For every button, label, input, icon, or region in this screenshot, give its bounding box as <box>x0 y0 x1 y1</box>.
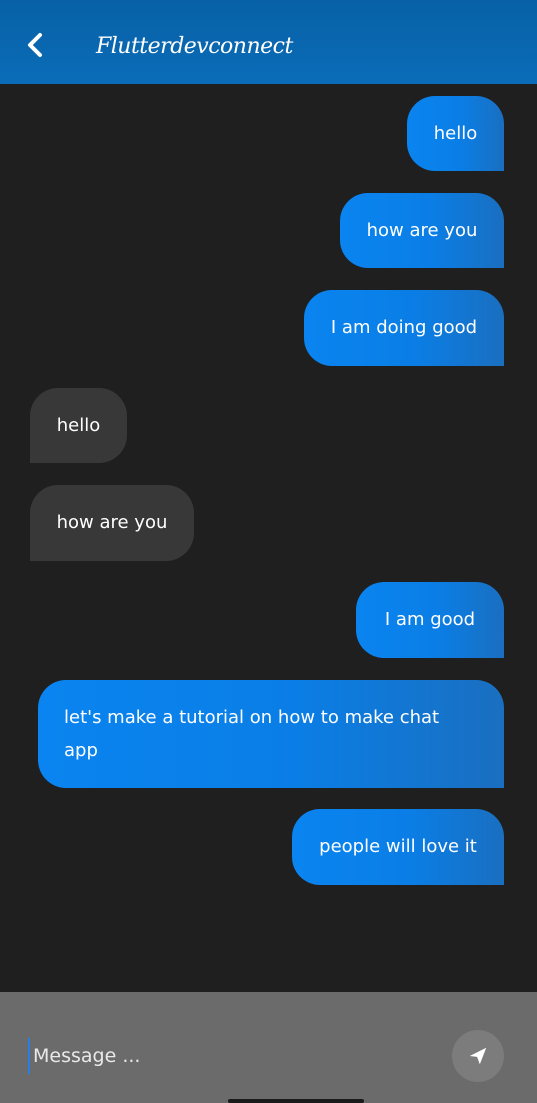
message-bubble-sent: people will love it <box>292 809 504 885</box>
message-bubble-sent: let's make a tutorial on how to make cha… <box>38 680 504 788</box>
app-bar: Flutterdevconnect <box>0 0 537 84</box>
message-bubble-sent: hello <box>407 96 504 171</box>
message-bubble-received: hello <box>30 388 127 463</box>
message-bubble-received: how are you <box>30 485 194 561</box>
chat-screen: Flutterdevconnect hello how are you I am… <box>0 0 537 1103</box>
back-button[interactable] <box>20 30 50 60</box>
send-icon <box>469 1047 487 1065</box>
message-bubble-sent: I am good <box>356 582 504 658</box>
message-input[interactable] <box>28 1038 433 1074</box>
chevron-left-icon <box>28 33 42 57</box>
app-title: Flutterdevconnect <box>96 34 293 59</box>
message-bubble-sent: I am doing good <box>304 290 504 366</box>
message-list: hello how are you I am doing good hello … <box>0 84 537 992</box>
send-button[interactable] <box>452 1030 504 1082</box>
message-bubble-sent: how are you <box>340 193 504 268</box>
home-indicator <box>228 1099 364 1103</box>
